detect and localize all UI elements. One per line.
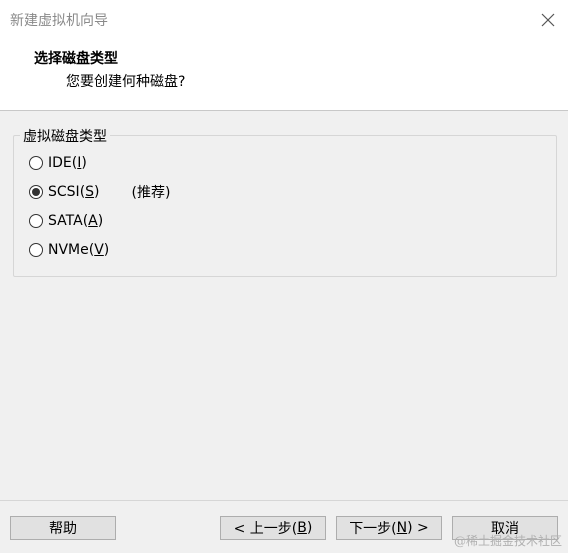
radio-button[interactable]: [29, 243, 43, 257]
radio-label: SCSI(S): [48, 184, 100, 200]
help-button[interactable]: 帮助: [10, 516, 116, 540]
radio-label: NVMe(V): [48, 242, 110, 258]
recommended-note: (推荐): [131, 185, 171, 201]
window-title: 新建虚拟机向导: [10, 13, 108, 29]
footer-divider: [0, 500, 568, 501]
page-title: 选择磁盘类型: [34, 51, 118, 67]
close-button[interactable]: [528, 0, 568, 40]
close-icon: [541, 13, 555, 27]
radio-button-selected[interactable]: [29, 185, 43, 199]
radio-ide[interactable]: IDE(I): [29, 153, 87, 173]
wizard-header: 选择磁盘类型 您要创建何种磁盘?: [0, 40, 568, 111]
radio-label: SATA(A): [48, 213, 104, 229]
radio-scsi[interactable]: SCSI(S) (推荐): [29, 182, 170, 202]
radio-button[interactable]: [29, 156, 43, 170]
next-button[interactable]: 下一步(N) >: [336, 516, 442, 540]
radio-nvme[interactable]: NVMe(V): [29, 240, 109, 260]
radio-sata[interactable]: SATA(A): [29, 211, 103, 231]
radio-dot: [32, 188, 40, 196]
watermark: @稀土掘金技术社区: [453, 534, 562, 548]
radio-button[interactable]: [29, 214, 43, 228]
page-subtitle: 您要创建何种磁盘?: [66, 74, 186, 90]
back-button[interactable]: < 上一步(B): [220, 516, 326, 540]
title-bar: 新建虚拟机向导: [0, 0, 568, 40]
groupbox-label: 虚拟磁盘类型: [20, 126, 110, 146]
radio-label: IDE(I): [48, 155, 87, 171]
